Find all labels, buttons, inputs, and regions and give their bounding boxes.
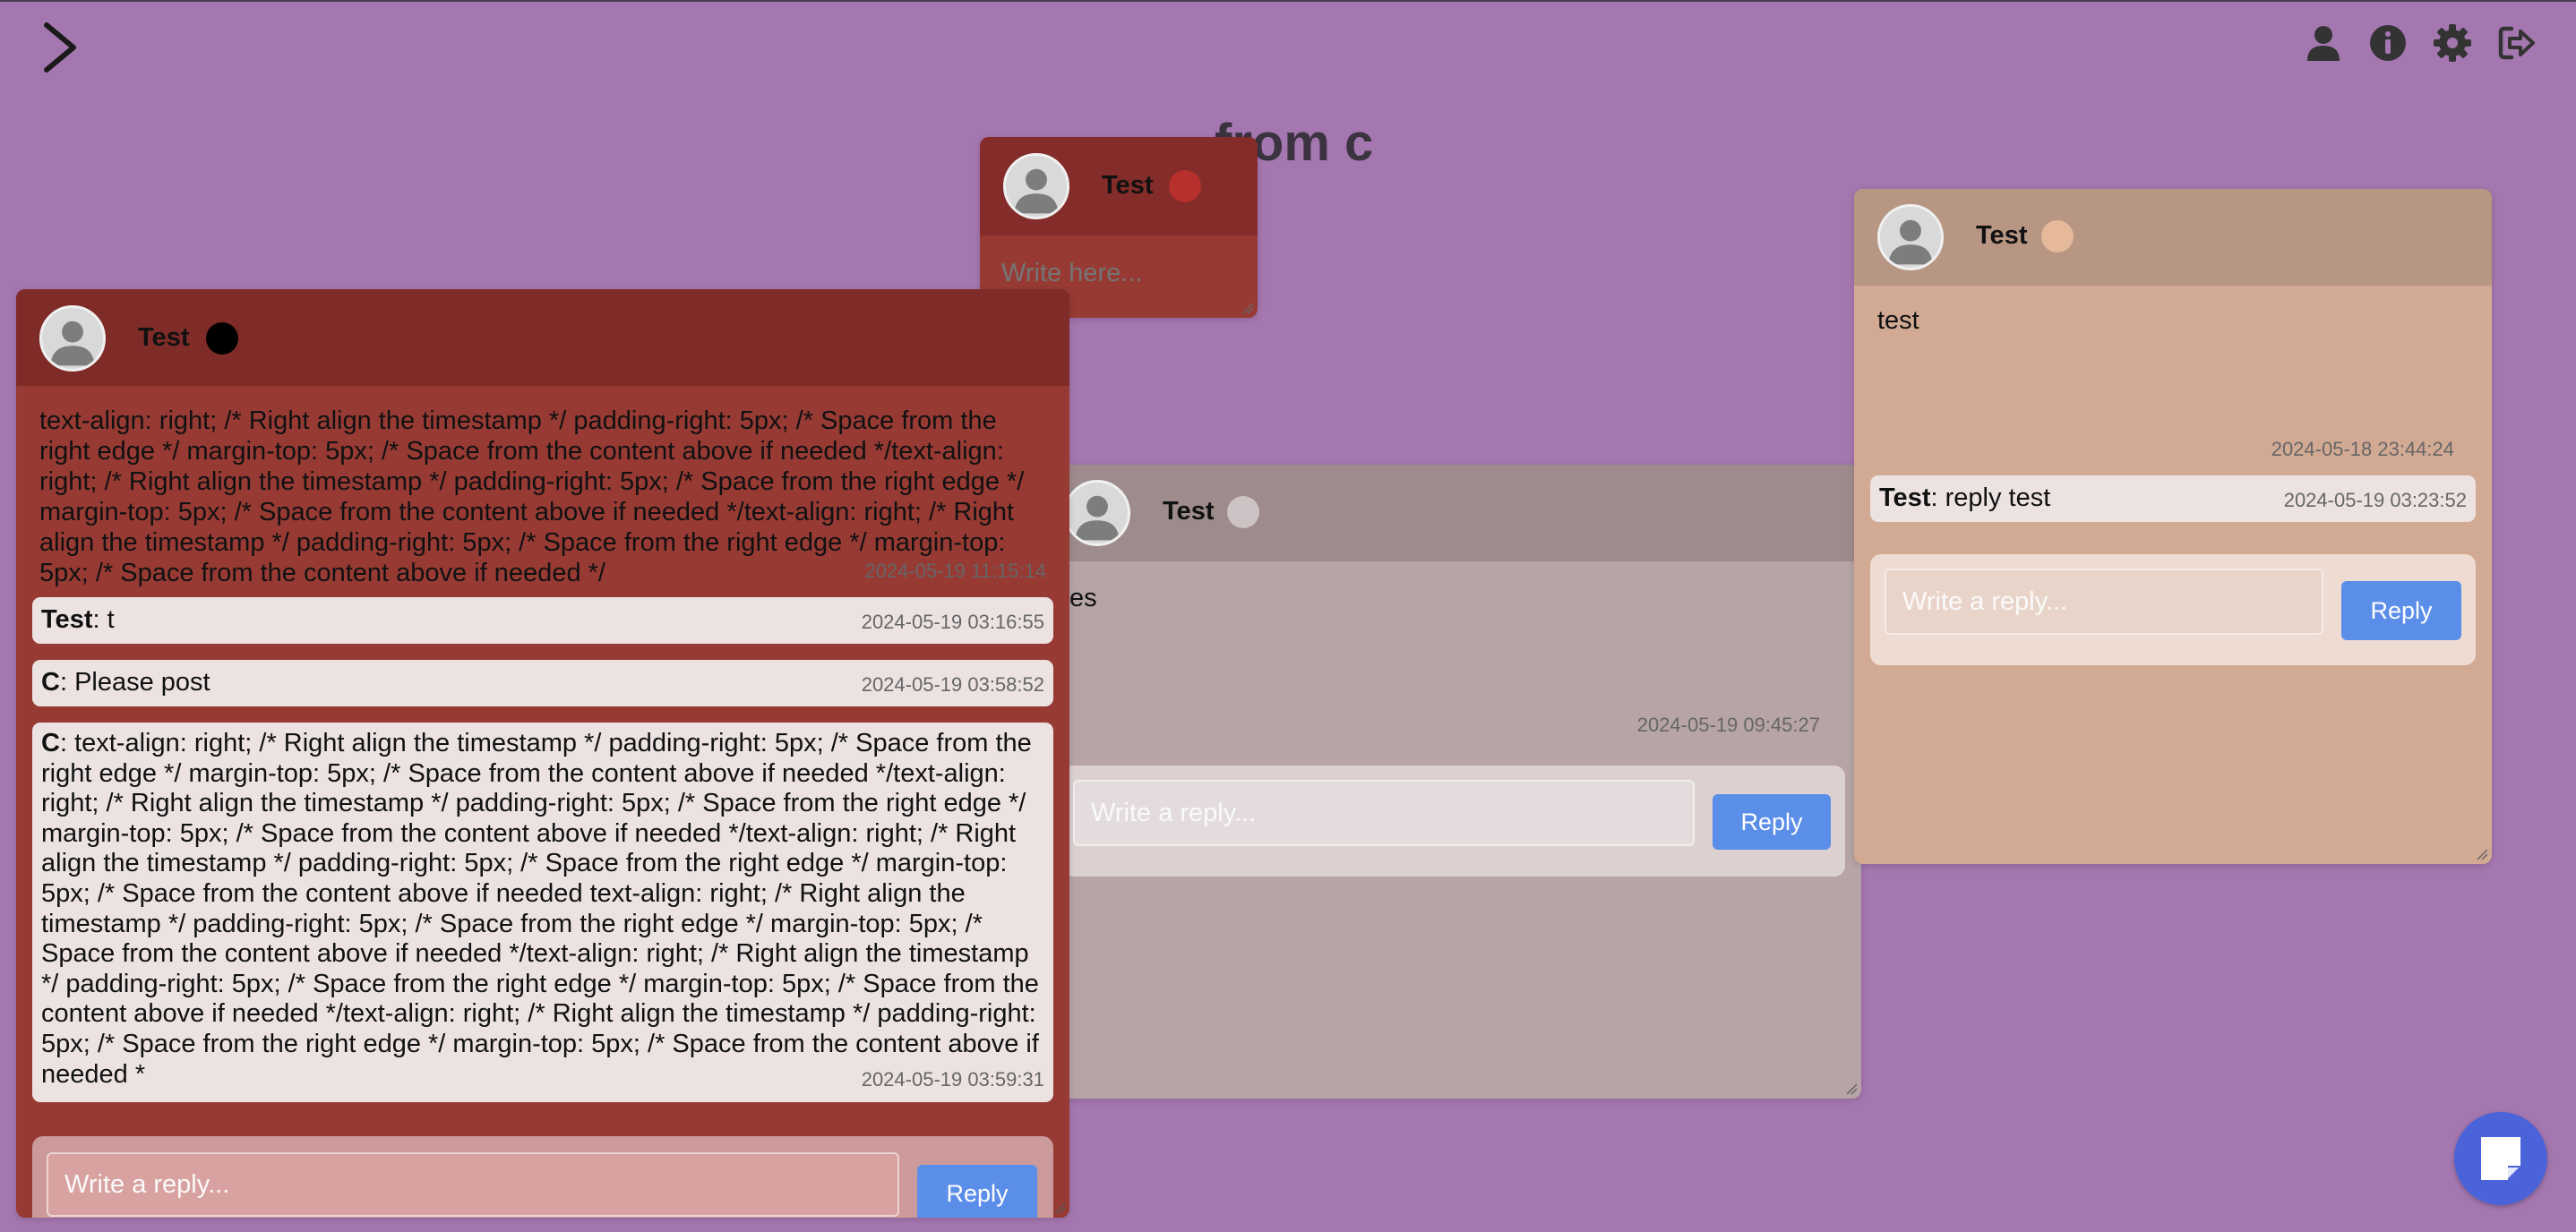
reply-form: Reply xyxy=(32,1136,1053,1218)
new-note-button[interactable] xyxy=(2454,1112,2547,1205)
avatar xyxy=(1003,153,1069,219)
reply-timestamp: 2024-05-19 03:16:55 xyxy=(861,611,1044,633)
resize-handle-icon[interactable] xyxy=(1845,1082,1858,1095)
reply-item: Test: reply test 2024-05-19 03:23:52 xyxy=(1870,475,2476,522)
reply-form: Reply xyxy=(1062,766,1845,877)
reply-timestamp: 2024-05-19 03:59:31 xyxy=(861,1068,1044,1091)
new-note-icon xyxy=(2481,1137,2520,1180)
avatar xyxy=(39,305,106,372)
note-header[interactable]: Test xyxy=(1030,465,1861,561)
note-content: test xyxy=(1877,306,1919,335)
reply-item: C: Please post 2024-05-19 03:58:52 xyxy=(32,660,1053,706)
reply-text: : Please post xyxy=(59,668,210,697)
note-timestamp: 2024-05-19 11:15:14 xyxy=(864,560,1046,582)
note-timestamp: 2024-05-18 23:44:24 xyxy=(2271,438,2454,460)
reply-text: : reply test xyxy=(1930,483,2051,512)
note-timestamp: 2024-05-19 09:45:27 xyxy=(1636,714,1820,736)
note-author: Test xyxy=(138,323,190,352)
status-dot xyxy=(1169,170,1201,202)
note-author: Test xyxy=(1163,497,1215,526)
reply-author: C xyxy=(41,729,60,757)
sticky-note-peach[interactable]: Test test 2024-05-18 23:44:24 Test: repl… xyxy=(1854,189,2492,864)
sticky-note-gray[interactable]: Test es 2024-05-19 09:45:27 Reply xyxy=(1030,465,1861,1099)
info-icon[interactable] xyxy=(2368,23,2408,63)
note-author: Test xyxy=(1102,171,1154,200)
note-content: es xyxy=(1069,584,1097,612)
reply-input[interactable] xyxy=(1073,780,1695,846)
sticky-note-red[interactable]: Test text-align: right; /* Right align t… xyxy=(16,289,1069,1218)
reply-item: Test: t 2024-05-19 03:16:55 xyxy=(32,597,1053,644)
note-header[interactable]: Test xyxy=(1854,189,2492,286)
gear-icon[interactable] xyxy=(2433,23,2472,63)
note-header[interactable]: Test xyxy=(16,289,1069,386)
reply-text: : text-align: right; /* Right align the … xyxy=(41,729,1039,1089)
resize-handle-icon[interactable] xyxy=(2476,848,2488,860)
reply-button[interactable]: Reply xyxy=(917,1165,1037,1218)
reply-author: Test xyxy=(41,605,93,634)
avatar xyxy=(1064,480,1130,546)
reply-button[interactable]: Reply xyxy=(1713,794,1831,850)
user-icon[interactable] xyxy=(2304,23,2343,63)
logout-icon[interactable] xyxy=(2497,23,2537,63)
avatar xyxy=(1877,204,1944,270)
resize-handle-icon[interactable] xyxy=(1241,302,1254,314)
reply-input[interactable] xyxy=(1885,569,2323,635)
reply-form: Reply xyxy=(1870,554,2476,665)
resize-handle-icon[interactable] xyxy=(1053,1202,1066,1214)
status-dot xyxy=(1227,496,1259,528)
reply-author: C xyxy=(41,668,60,697)
reply-input[interactable] xyxy=(47,1152,899,1217)
top-border xyxy=(0,0,2576,2)
top-toolbar xyxy=(2304,23,2537,63)
reply-timestamp: 2024-05-19 03:58:52 xyxy=(861,673,1044,696)
reply-timestamp: 2024-05-19 03:23:52 xyxy=(2283,489,2467,511)
reply-text: : t xyxy=(92,605,115,634)
note-author: Test xyxy=(1976,221,2028,250)
reply-item: C: text-align: right; /* Right align the… xyxy=(32,723,1053,1102)
status-dot xyxy=(206,322,238,355)
reply-button[interactable]: Reply xyxy=(2341,581,2461,640)
note-header[interactable]: Test xyxy=(980,137,1258,235)
reply-author: Test xyxy=(1879,483,1931,512)
status-dot xyxy=(2041,220,2074,252)
chevron-right-icon xyxy=(44,22,76,73)
sidebar-toggle-button[interactable] xyxy=(36,20,86,75)
